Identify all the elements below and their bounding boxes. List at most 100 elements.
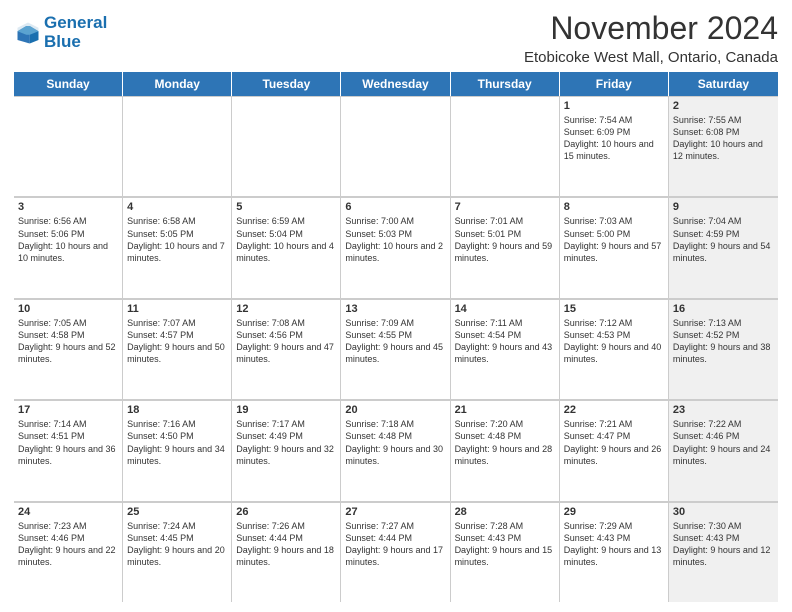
calendar-cell: 9Sunrise: 7:04 AM Sunset: 4:59 PM Daylig…: [669, 197, 778, 297]
day-number: 25: [127, 506, 227, 518]
calendar-cell: 5 Sunrise: 6:59 AM Sunset: 5:04 PM Daylig…: [232, 197, 341, 297]
calendar-cell: 10Sunrise: 7:05 AM Sunset: 4:58 PM Dayli…: [14, 299, 123, 399]
day-number: 22: [564, 404, 664, 416]
calendar-cell: 6 Sunrise: 7:00 AM Sunset: 5:03 PM Daylig…: [341, 197, 450, 297]
calendar-cell: 3Sunrise: 6:56 AM Sunset: 5:06 PM Daylig…: [14, 197, 123, 297]
day-number: 12: [236, 303, 336, 315]
calendar-cell: 23 Sunrise: 7:22 AM Sunset: 4:46 PM Dayli…: [669, 400, 778, 500]
day-number: 1: [564, 100, 664, 112]
calendar-cell: [232, 96, 341, 196]
calendar-cell: 1 Sunrise: 7:54 AM Sunset: 6:09 PM Daylig…: [560, 96, 669, 196]
day-number: 18: [127, 404, 227, 416]
day-info: Sunrise: 7:05 AM Sunset: 4:58 PM Dayligh…: [18, 317, 118, 366]
day-number: 30: [673, 506, 774, 518]
day-info: Sunrise: 7:18 AM Sunset: 4:48 PM Dayligh…: [345, 418, 445, 467]
calendar-cell: 24 Sunrise: 7:23 AM Sunset: 4:46 PM Dayli…: [14, 502, 123, 602]
day-info: Sunrise: 7:29 AM Sunset: 4:43 PM Dayligh…: [564, 520, 664, 569]
day-number: 8: [564, 201, 664, 213]
day-info: Sunrise: 6:59 AM Sunset: 5:04 PM Dayligh…: [236, 215, 336, 264]
calendar-cell: [341, 96, 450, 196]
day-info: Sunrise: 7:17 AM Sunset: 4:49 PM Dayligh…: [236, 418, 336, 467]
day-info: Sunrise: 7:16 AM Sunset: 4:50 PM Dayligh…: [127, 418, 227, 467]
day-info: Sunrise: 7:27 AM Sunset: 4:44 PM Dayligh…: [345, 520, 445, 569]
day-info: Sunrise: 7:09 AM Sunset: 4:55 PM Dayligh…: [345, 317, 445, 366]
calendar-cell: 2 Sunrise: 7:55 AM Sunset: 6:08 PM Daylig…: [669, 96, 778, 196]
calendar-row-1: 3Sunrise: 6:56 AM Sunset: 5:06 PM Daylig…: [14, 197, 778, 298]
calendar-cell: [451, 96, 560, 196]
calendar-cell: 30 Sunrise: 7:30 AM Sunset: 4:43 PM Dayli…: [669, 502, 778, 602]
day-number: 24: [18, 506, 118, 518]
day-info: Sunrise: 7:28 AM Sunset: 4:43 PM Dayligh…: [455, 520, 555, 569]
calendar-cell: 4 Sunrise: 6:58 AM Sunset: 5:05 PM Daylig…: [123, 197, 232, 297]
day-info: Sunrise: 7:08 AM Sunset: 4:56 PM Dayligh…: [236, 317, 336, 366]
day-info: Sunrise: 7:22 AM Sunset: 4:46 PM Dayligh…: [673, 418, 774, 467]
calendar-cell: 7 Sunrise: 7:01 AM Sunset: 5:01 PM Daylig…: [451, 197, 560, 297]
calendar-header-wednesday: Wednesday: [341, 72, 450, 96]
day-info: Sunrise: 7:55 AM Sunset: 6:08 PM Dayligh…: [673, 114, 774, 163]
calendar-cell: 29 Sunrise: 7:29 AM Sunset: 4:43 PM Dayli…: [560, 502, 669, 602]
day-number: 26: [236, 506, 336, 518]
day-number: 2: [673, 100, 774, 112]
calendar-cell: 27Sunrise: 7:27 AM Sunset: 4:44 PM Dayli…: [341, 502, 450, 602]
day-info: Sunrise: 7:13 AM Sunset: 4:52 PM Dayligh…: [673, 317, 774, 366]
calendar-cell: 13 Sunrise: 7:09 AM Sunset: 4:55 PM Dayli…: [341, 299, 450, 399]
calendar-cell: 28Sunrise: 7:28 AM Sunset: 4:43 PM Dayli…: [451, 502, 560, 602]
day-number: 16: [673, 303, 774, 315]
day-number: 13: [345, 303, 445, 315]
calendar-row-0: 1 Sunrise: 7:54 AM Sunset: 6:09 PM Daylig…: [14, 96, 778, 197]
month-title: November 2024: [524, 10, 778, 47]
day-number: 9: [673, 201, 774, 213]
day-number: 15: [564, 303, 664, 315]
logo: General Blue: [14, 14, 107, 51]
day-number: 14: [455, 303, 555, 315]
calendar-cell: 16 Sunrise: 7:13 AM Sunset: 4:52 PM Dayli…: [669, 299, 778, 399]
calendar-cell: 8Sunrise: 7:03 AM Sunset: 5:00 PM Daylig…: [560, 197, 669, 297]
calendar-cell: 14 Sunrise: 7:11 AM Sunset: 4:54 PM Dayli…: [451, 299, 560, 399]
title-area: November 2024 Etobicoke West Mall, Ontar…: [524, 10, 778, 66]
calendar-cell: 26Sunrise: 7:26 AM Sunset: 4:44 PM Dayli…: [232, 502, 341, 602]
calendar-header-sunday: Sunday: [14, 72, 123, 96]
calendar-cell: 11 Sunrise: 7:07 AM Sunset: 4:57 PM Dayli…: [123, 299, 232, 399]
day-info: Sunrise: 7:14 AM Sunset: 4:51 PM Dayligh…: [18, 418, 118, 467]
calendar-row-2: 10Sunrise: 7:05 AM Sunset: 4:58 PM Dayli…: [14, 299, 778, 400]
calendar-cell: [123, 96, 232, 196]
calendar-cell: 15Sunrise: 7:12 AM Sunset: 4:53 PM Dayli…: [560, 299, 669, 399]
day-number: 7: [455, 201, 555, 213]
day-number: 29: [564, 506, 664, 518]
day-number: 4: [127, 201, 227, 213]
day-info: Sunrise: 6:58 AM Sunset: 5:05 PM Dayligh…: [127, 215, 227, 264]
calendar-cell: 22 Sunrise: 7:21 AM Sunset: 4:47 PM Dayli…: [560, 400, 669, 500]
day-number: 11: [127, 303, 227, 315]
calendar: SundayMondayTuesdayWednesdayThursdayFrid…: [14, 72, 778, 602]
calendar-header-tuesday: Tuesday: [232, 72, 341, 96]
calendar-cell: [14, 96, 123, 196]
day-info: Sunrise: 7:01 AM Sunset: 5:01 PM Dayligh…: [455, 215, 555, 264]
day-info: Sunrise: 7:24 AM Sunset: 4:45 PM Dayligh…: [127, 520, 227, 569]
day-info: Sunrise: 7:20 AM Sunset: 4:48 PM Dayligh…: [455, 418, 555, 467]
calendar-cell: 25 Sunrise: 7:24 AM Sunset: 4:45 PM Dayli…: [123, 502, 232, 602]
day-info: Sunrise: 7:11 AM Sunset: 4:54 PM Dayligh…: [455, 317, 555, 366]
calendar-header-friday: Friday: [560, 72, 669, 96]
day-number: 6: [345, 201, 445, 213]
day-number: 19: [236, 404, 336, 416]
calendar-header: SundayMondayTuesdayWednesdayThursdayFrid…: [14, 72, 778, 96]
calendar-cell: 21Sunrise: 7:20 AM Sunset: 4:48 PM Dayli…: [451, 400, 560, 500]
day-info: Sunrise: 7:21 AM Sunset: 4:47 PM Dayligh…: [564, 418, 664, 467]
day-number: 5: [236, 201, 336, 213]
day-info: Sunrise: 7:23 AM Sunset: 4:46 PM Dayligh…: [18, 520, 118, 569]
logo-icon: [14, 19, 42, 47]
day-info: Sunrise: 6:56 AM Sunset: 5:06 PM Dayligh…: [18, 215, 118, 264]
calendar-header-thursday: Thursday: [451, 72, 560, 96]
page: General Blue November 2024 Etobicoke Wes…: [0, 0, 792, 612]
day-info: Sunrise: 7:30 AM Sunset: 4:43 PM Dayligh…: [673, 520, 774, 569]
day-info: Sunrise: 7:54 AM Sunset: 6:09 PM Dayligh…: [564, 114, 664, 163]
header: General Blue November 2024 Etobicoke Wes…: [14, 10, 778, 66]
calendar-header-saturday: Saturday: [669, 72, 778, 96]
day-number: 23: [673, 404, 774, 416]
day-info: Sunrise: 7:07 AM Sunset: 4:57 PM Dayligh…: [127, 317, 227, 366]
day-info: Sunrise: 7:00 AM Sunset: 5:03 PM Dayligh…: [345, 215, 445, 264]
calendar-row-4: 24 Sunrise: 7:23 AM Sunset: 4:46 PM Dayli…: [14, 502, 778, 602]
calendar-cell: 20 Sunrise: 7:18 AM Sunset: 4:48 PM Dayli…: [341, 400, 450, 500]
day-number: 20: [345, 404, 445, 416]
location: Etobicoke West Mall, Ontario, Canada: [524, 49, 778, 66]
